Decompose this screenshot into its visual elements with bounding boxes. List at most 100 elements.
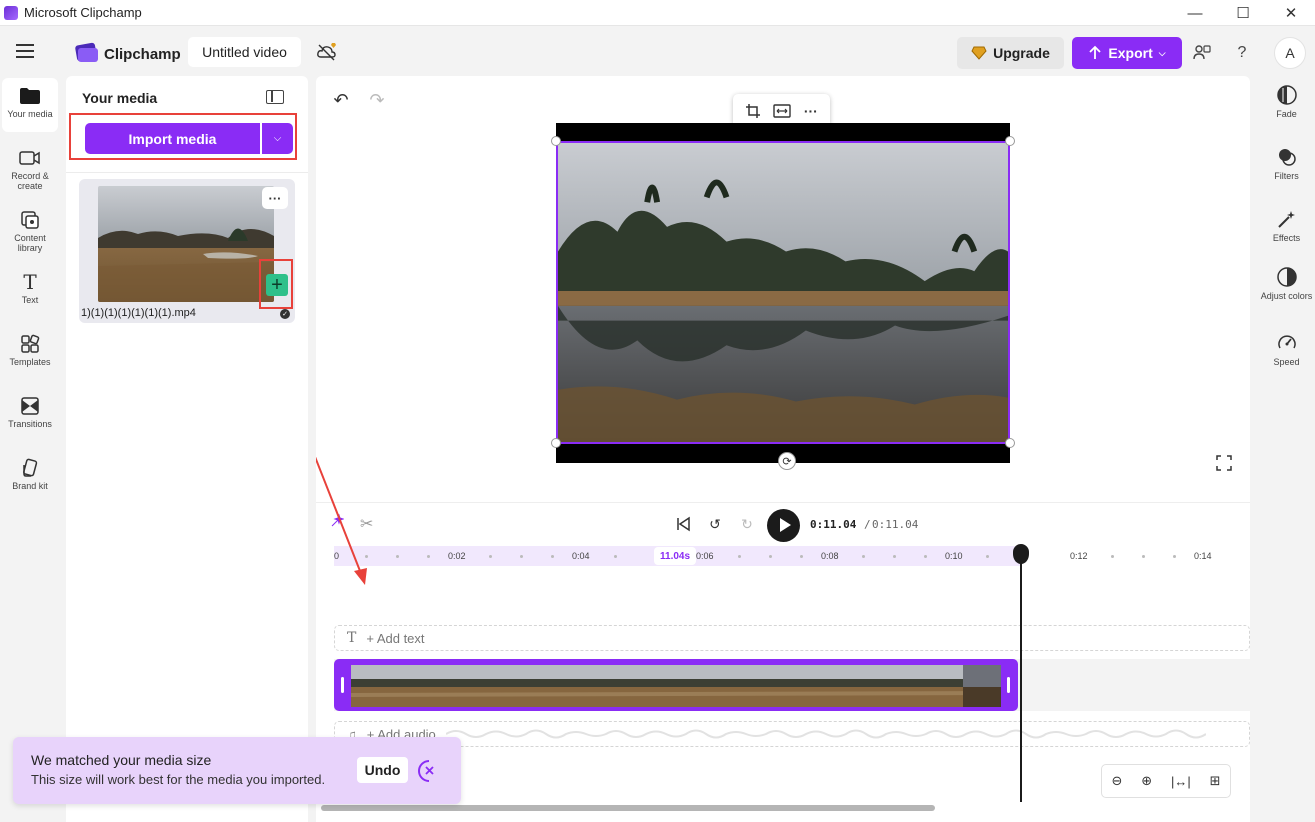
minimize-button[interactable]: —	[1171, 0, 1219, 26]
fullscreen-icon[interactable]	[1216, 455, 1232, 471]
export-button[interactable]: Export ⌵	[1072, 37, 1182, 69]
current-time: 0:11.04	[810, 518, 857, 531]
playhead-line	[1020, 556, 1022, 802]
filters-icon	[1276, 146, 1298, 168]
nav-templates[interactable]: Templates	[2, 326, 58, 380]
magic-wand-icon[interactable]	[330, 514, 344, 528]
skip-to-start-icon[interactable]	[672, 513, 694, 535]
left-navigation: Your media Record & create Content libra…	[0, 76, 60, 822]
clip-trim-start-handle[interactable]	[336, 661, 350, 709]
resize-handle[interactable]	[1005, 136, 1015, 146]
import-options-chevron-icon[interactable]: ⌵	[262, 123, 293, 154]
redo-icon[interactable]: ↷	[367, 90, 387, 110]
playhead-handle[interactable]	[1013, 544, 1029, 564]
added-check-icon: ✓	[280, 309, 290, 319]
help-icon[interactable]: ?	[1232, 43, 1252, 63]
zoom-out-icon[interactable]: ⊖	[1111, 773, 1122, 789]
share-people-icon[interactable]	[1192, 43, 1212, 63]
property-speed[interactable]: Speed	[1258, 332, 1315, 367]
nav-record-create[interactable]: Record & create	[2, 140, 58, 194]
preview-canvas[interactable]: ⟳	[551, 123, 1015, 470]
nav-label: Brand kit	[12, 481, 48, 491]
property-label: Filters	[1274, 171, 1299, 181]
tick-label: 0	[334, 551, 340, 561]
fit-timeline-icon[interactable]: |↔|	[1171, 774, 1191, 789]
scissors-icon[interactable]: ✂	[360, 514, 373, 534]
media-panel: Your media Import media ⌵ ··· + 1)(1)(1)…	[66, 76, 308, 822]
nav-transitions[interactable]: Transitions	[2, 388, 58, 442]
horizontal-scrollbar[interactable]	[321, 805, 935, 811]
maximize-button[interactable]: ☐	[1219, 0, 1267, 26]
media-item-card[interactable]: ··· + 1)(1)(1)(1)(1)(1)(1).mp4 ✓	[79, 179, 295, 323]
rewind-5s-icon[interactable]: ↺	[704, 513, 726, 535]
toast-undo-button[interactable]: Undo	[357, 757, 408, 783]
close-window-button[interactable]: ✕	[1267, 0, 1315, 26]
tick-dot	[862, 555, 865, 558]
upload-icon	[1089, 45, 1102, 59]
tick-dot	[551, 555, 554, 558]
clip-trim-end-handle[interactable]	[1002, 661, 1016, 709]
resize-handle[interactable]	[551, 438, 561, 448]
add-text-track[interactable]: T + Add text	[334, 625, 1250, 651]
timeline-zoom-controls: ⊖ ⊕ |↔| ⊞	[1101, 764, 1231, 798]
property-label: Adjust colors	[1260, 291, 1313, 301]
play-button[interactable]	[767, 509, 800, 542]
zoom-in-icon[interactable]: ⊕	[1141, 773, 1152, 789]
media-file-name: 1)(1)(1)(1)(1)(1)(1).mp4	[81, 307, 196, 319]
import-media-button[interactable]: Import media	[85, 123, 260, 154]
fade-icon	[1276, 84, 1298, 106]
add-audio-track[interactable]: ♫ + Add audio	[334, 721, 1250, 747]
nav-text[interactable]: T Text	[2, 264, 58, 318]
add-to-timeline-button[interactable]: +	[266, 274, 288, 296]
property-effects[interactable]: Effects	[1258, 208, 1315, 243]
resize-handle[interactable]	[551, 136, 561, 146]
media-size-toast: We matched your media size This size wil…	[13, 737, 461, 804]
collapse-panel-icon[interactable]	[266, 90, 284, 104]
tick-label: 0:04	[572, 551, 590, 561]
media-thumbnail	[98, 186, 274, 302]
more-icon[interactable]: ···	[804, 103, 818, 119]
rotate-icon[interactable]: ⟳	[778, 452, 796, 470]
tick-dot	[614, 555, 617, 558]
app-header: Clipchamp Untitled video Upgrade Export …	[0, 26, 1315, 76]
import-highlight-frame: Import media ⌵	[69, 113, 297, 160]
crop-icon[interactable]	[745, 103, 761, 119]
fit-icon[interactable]	[773, 104, 792, 118]
timeline-ruler[interactable]: 0 0:02 0:04 0:06 0:08 0:10 0:12 0:14 11.…	[334, 546, 1250, 566]
nav-brand-kit[interactable]: Brand kit	[2, 450, 58, 504]
forward-5s-icon[interactable]: ↻	[736, 513, 758, 535]
nav-label: Templates	[9, 357, 51, 367]
tick-dot	[893, 555, 896, 558]
cloud-sync-off-icon[interactable]	[316, 42, 338, 62]
resize-handle[interactable]	[1005, 438, 1015, 448]
property-fade[interactable]: Fade	[1258, 84, 1315, 119]
expand-timeline-icon[interactable]: ⊞	[1210, 773, 1221, 789]
tick-dot	[520, 555, 523, 558]
nav-content-library[interactable]: Content library	[2, 202, 58, 256]
avatar[interactable]: A	[1274, 37, 1306, 69]
property-adjust-colors[interactable]: Adjust colors	[1258, 266, 1315, 301]
clip-filmstrip	[351, 665, 1001, 707]
tick-dot	[489, 555, 492, 558]
tick-dot	[986, 555, 989, 558]
upgrade-button[interactable]: Upgrade	[957, 37, 1064, 69]
more-options-button[interactable]: ···	[262, 187, 288, 209]
video-title-field[interactable]: Untitled video	[188, 37, 301, 67]
speed-icon	[1276, 332, 1298, 354]
tick-dot	[1142, 555, 1145, 558]
nav-label: Content library	[14, 233, 46, 253]
window-title: Microsoft Clipchamp	[24, 5, 142, 20]
preview-video[interactable]	[556, 141, 1010, 444]
tick-dot	[365, 555, 368, 558]
video-clip[interactable]	[334, 659, 1018, 711]
nav-your-media[interactable]: Your media	[2, 78, 58, 132]
property-filters[interactable]: Filters	[1258, 146, 1315, 181]
toast-close-icon[interactable]	[416, 758, 442, 784]
menu-icon[interactable]	[16, 44, 34, 58]
chevron-down-icon: ⌵	[1158, 47, 1166, 58]
property-label: Fade	[1276, 109, 1297, 119]
undo-icon[interactable]: ↶	[331, 90, 351, 110]
tick-label: 0:12	[1070, 551, 1088, 561]
nav-label: Text	[21, 295, 39, 305]
export-label: Export	[1108, 45, 1153, 61]
